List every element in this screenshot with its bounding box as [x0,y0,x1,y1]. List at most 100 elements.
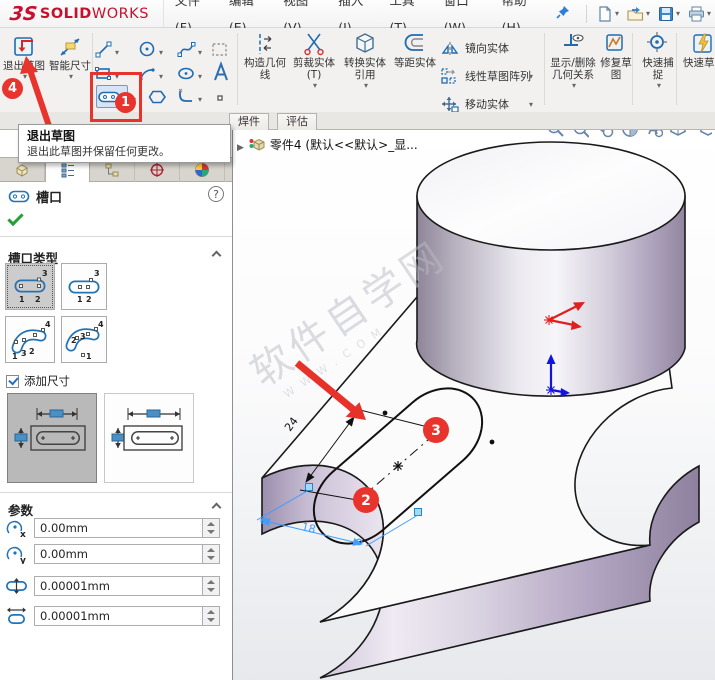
svg-text:2: 2 [71,336,77,345]
slot-icon [98,91,120,102]
center-y-coordinate-icon: y [6,546,26,564]
spline-icon [177,42,196,57]
print-button[interactable] [684,6,715,22]
offset-entities-button[interactable]: 等距实体 [392,31,438,69]
center-x-spinner[interactable] [203,518,220,538]
convert-entities-button[interactable]: 转换实体引用 [339,31,391,90]
tree-expand-icon[interactable] [237,135,244,154]
open-button[interactable] [623,6,654,22]
solidworks-logo: 3S SOLID WORKS [0,0,164,27]
arc-tool-button[interactable] [138,62,174,85]
divider [0,236,232,237]
new-document-icon [599,5,611,22]
slot-width-input[interactable]: 0.00001mm [34,576,203,596]
circle-tool-button[interactable] [138,38,174,61]
line-tool-button[interactable] [94,38,130,61]
construction-geometry-button[interactable]: 构造几何线 [242,31,288,81]
fillet-tool-button[interactable] [177,85,213,108]
center-x-input[interactable]: 0.00mm [34,518,203,538]
straight-slot-option[interactable]: 1 2 3 [5,263,55,310]
menubar-separator [586,4,587,23]
svg-text:1: 1 [19,295,25,304]
three-point-arc-slot-option[interactable]: 1 3 2 4 [5,316,55,363]
save-icon [658,6,673,21]
collapse-chevron-icon[interactable] [211,250,222,261]
quick-snaps-icon [647,32,667,52]
property-title: 槽口 [36,191,63,206]
new-document-button[interactable] [593,5,623,22]
cylinder-top-face[interactable] [416,141,686,251]
slot-width-spinner[interactable] [203,576,220,596]
slot-flyout-arrow[interactable] [130,85,144,108]
section-view-icon[interactable] [620,130,639,139]
polygon-icon [148,90,166,103]
svg-text:24: 24 [282,415,301,434]
svg-text:2: 2 [86,295,92,304]
ok-check-button[interactable] [7,209,24,227]
smart-dimension-button[interactable]: 智能尺寸 [47,31,93,108]
configuration-manager-icon [105,163,119,177]
trim-entities-button[interactable]: 剪裁实体(T) [291,31,337,90]
svg-text:3: 3 [80,332,86,341]
three-point-arc-slot-icon: 1 3 2 4 [11,320,51,361]
sketch-point[interactable] [382,410,388,416]
help-icon[interactable] [208,186,224,202]
view-orientation-icon[interactable] [699,130,713,139]
rapid-sketch-icon [693,33,712,54]
svg-text:2: 2 [361,493,371,509]
rectangle-tool-button[interactable] [94,62,130,85]
overall-length-dim-icon [111,408,183,451]
tooltip-title: 退出草图 [27,129,76,143]
add-dimensions-checkbox[interactable] [6,374,19,388]
previous-view-icon[interactable] [595,130,614,139]
collapse-chevron-icon[interactable] [211,502,222,513]
overall-length-dim-option[interactable] [104,393,194,483]
mirror-entities-button[interactable]: 镜向实体 [440,36,509,60]
linear-sketch-pattern-button[interactable]: 线性草图阵列 [440,64,531,88]
sketch-point[interactable] [489,439,495,445]
heads-up-view-toolbar [546,130,715,141]
feature-tree-node[interactable]: 零件4 (默认<<默认>_显... [237,135,418,154]
slot-length-spinner[interactable] [203,606,220,626]
linear-pattern-icon [441,68,456,84]
center-y-spinner[interactable] [203,544,220,564]
move-flyout-arrow[interactable] [527,92,533,111]
hide-show-annotations-icon[interactable] [644,130,663,139]
centerpoint-straight-slot-icon: 1 2 3 [68,269,100,304]
convert-entities-icon [356,33,374,53]
point-tool-button[interactable] [213,86,249,109]
zoom-to-area-icon[interactable] [571,130,590,139]
display-delete-relations-button[interactable]: 显示/删除几何关系 [547,31,599,90]
slot-length-input[interactable]: 0.00001mm [34,606,203,626]
rectangle-icon [95,67,111,80]
center-to-center-dim-option[interactable] [7,393,97,483]
centerpoint-straight-slot-option[interactable]: 1 2 3 [61,263,107,310]
feature-manager-icon [16,164,28,177]
ellipse-tool-button[interactable] [177,62,213,85]
svg-text:1: 1 [77,295,83,304]
property-manager-icon [61,163,74,178]
center-y-input[interactable]: 0.00mm [34,544,203,564]
mirror-entities-icon [441,42,459,55]
display-delete-relations-icon [564,34,584,46]
repair-sketch-button[interactable]: 修复草图 [596,31,636,81]
pin-menu-icon[interactable] [556,4,570,23]
exit-sketch-button[interactable]: 退出草图 [1,31,47,108]
tab-evaluate[interactable]: 评估 [277,113,317,130]
graphics-viewport[interactable]: 零件4 (默认<<默认>_显... [233,130,715,680]
spline-tool-button[interactable] [177,38,213,61]
tab-weldments[interactable]: 焊件 [229,113,269,130]
save-button[interactable] [654,6,684,22]
pattern-flyout-arrow[interactable] [527,64,533,83]
display-style-icon[interactable] [669,130,693,139]
sketch-point-handle[interactable] [414,508,422,516]
slot-tool-button[interactable] [96,85,128,108]
parameters-section-header[interactable]: 参数 [8,500,224,519]
quick-snaps-button[interactable]: 快速捕捉 [638,31,678,90]
rapid-sketch-button[interactable]: 快速草图 [682,31,715,69]
point-icon [217,94,223,101]
centerpoint-arc-slot-option[interactable]: 2 3 4 1 [61,316,107,363]
sketch-point-handle[interactable] [305,483,313,491]
zoom-to-fit-icon[interactable] [546,130,565,139]
svg-text:3: 3 [21,349,27,358]
